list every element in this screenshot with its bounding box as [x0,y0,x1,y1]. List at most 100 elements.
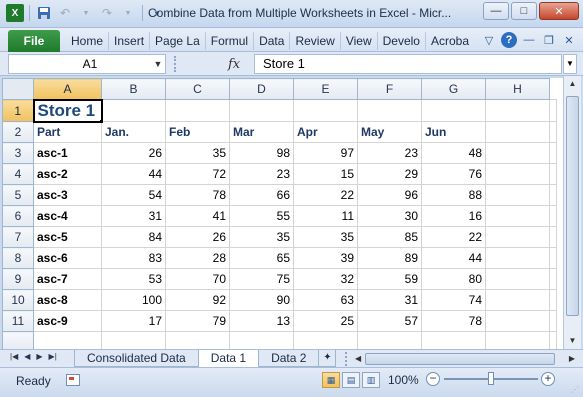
column-header[interactable]: F [357,78,422,100]
cell[interactable]: Jun [421,121,486,143]
minimize-button[interactable]: — [483,2,509,20]
cell[interactable]: 63 [293,289,358,311]
file-tab[interactable]: File [8,30,60,52]
record-macro-icon[interactable] [66,374,80,386]
cell[interactable]: 17 [101,310,166,332]
column-header[interactable]: G [421,78,486,100]
resize-handle-icon[interactable] [174,56,180,72]
cell[interactable]: 32 [293,268,358,290]
column-header[interactable]: A [33,78,102,100]
cell[interactable]: 72 [165,163,230,185]
cell[interactable] [485,310,550,332]
cell[interactable]: 89 [357,247,422,269]
normal-view-icon[interactable]: ▦ [322,372,340,388]
cell[interactable] [293,331,358,349]
cell[interactable] [101,331,166,349]
cell[interactable] [485,163,550,185]
cell[interactable]: 85 [357,226,422,248]
doc-minimize-icon[interactable]: — [521,32,537,48]
row-header[interactable]: 3 [2,142,34,164]
cell[interactable]: asc-5 [33,226,102,248]
cell[interactable]: 16 [421,205,486,227]
cell[interactable]: 84 [101,226,166,248]
cell[interactable]: 35 [165,142,230,164]
cell[interactable]: 31 [101,205,166,227]
cell[interactable] [549,184,557,206]
prev-sheet-icon[interactable]: ◀ [24,352,30,361]
next-sheet-icon[interactable]: ▶ [36,352,42,361]
column-header[interactable]: C [165,78,230,100]
cell[interactable]: 90 [229,289,294,311]
column-header[interactable]: D [229,78,294,100]
scroll-up-icon[interactable]: ▲ [564,76,581,92]
save-icon[interactable] [35,4,53,22]
zoom-level[interactable]: 100% [388,373,419,387]
cell[interactable]: 26 [101,142,166,164]
scroll-left-icon[interactable]: ◀ [355,352,361,366]
zoom-out-icon[interactable]: − [426,372,440,386]
dropdown-icon[interactable]: ▼ [119,4,137,22]
close-button[interactable]: ✕ [539,2,579,20]
help-icon[interactable]: ? [501,32,517,48]
horizontal-scrollbar[interactable]: ◀ ▶ [345,352,577,366]
cell[interactable]: asc-1 [33,142,102,164]
tab-view[interactable]: View [341,32,378,50]
cell[interactable]: 35 [229,226,294,248]
tab-review[interactable]: Review [290,32,341,50]
cell[interactable]: 100 [101,289,166,311]
cell[interactable] [229,331,294,349]
name-box[interactable]: A1 ▼ [8,54,166,74]
cell[interactable] [485,247,550,269]
expand-formula-bar-icon[interactable]: ▼ [563,54,577,74]
cell[interactable] [549,142,557,164]
cell[interactable]: 74 [421,289,486,311]
cell[interactable]: asc-3 [33,184,102,206]
zoom-slider-knob[interactable] [488,372,494,385]
cell[interactable]: 48 [421,142,486,164]
cell[interactable] [549,99,557,122]
scroll-right-icon[interactable]: ▶ [569,352,575,366]
cell[interactable]: 29 [357,163,422,185]
cell[interactable]: 78 [421,310,486,332]
cell[interactable] [549,247,557,269]
cell[interactable]: asc-6 [33,247,102,269]
cell[interactable]: Apr [293,121,358,143]
cell[interactable]: 70 [165,268,230,290]
row-header[interactable]: 8 [2,247,34,269]
column-header[interactable]: H [485,78,550,100]
cell[interactable]: 65 [229,247,294,269]
tab-insert[interactable]: Insert [109,32,151,50]
cell[interactable] [549,205,557,227]
doc-close-icon[interactable]: ✕ [561,32,577,48]
cell[interactable]: 76 [421,163,486,185]
cell[interactable] [485,331,550,349]
redo-icon[interactable]: ↷ [98,4,116,22]
page-break-view-icon[interactable]: ▥ [362,372,380,388]
cell[interactable]: asc-7 [33,268,102,290]
excel-icon[interactable]: X [6,4,24,22]
scroll-thumb[interactable] [566,96,579,316]
tab-data[interactable]: Data [254,32,291,50]
cell[interactable] [485,289,550,311]
cell[interactable] [485,99,550,122]
tab-developer[interactable]: Develo [378,32,426,50]
cell[interactable] [549,163,557,185]
cell[interactable]: 97 [293,142,358,164]
cell[interactable]: 44 [421,247,486,269]
cell[interactable] [549,310,557,332]
cell[interactable]: 54 [101,184,166,206]
cell[interactable]: 26 [165,226,230,248]
cell[interactable]: 23 [357,142,422,164]
cell[interactable] [421,331,486,349]
cell[interactable]: 15 [293,163,358,185]
undo-icon[interactable]: ↶ [56,4,74,22]
cell[interactable]: 25 [293,310,358,332]
minimize-ribbon-icon[interactable]: ▽ [481,32,497,48]
cell[interactable] [421,99,486,122]
maximize-button[interactable]: □ [511,2,537,20]
tab-acrobat[interactable]: Acroba [426,32,474,50]
row-header[interactable]: 2 [2,121,34,143]
row-header[interactable] [2,331,34,349]
cell[interactable]: asc-8 [33,289,102,311]
cell[interactable]: 83 [101,247,166,269]
